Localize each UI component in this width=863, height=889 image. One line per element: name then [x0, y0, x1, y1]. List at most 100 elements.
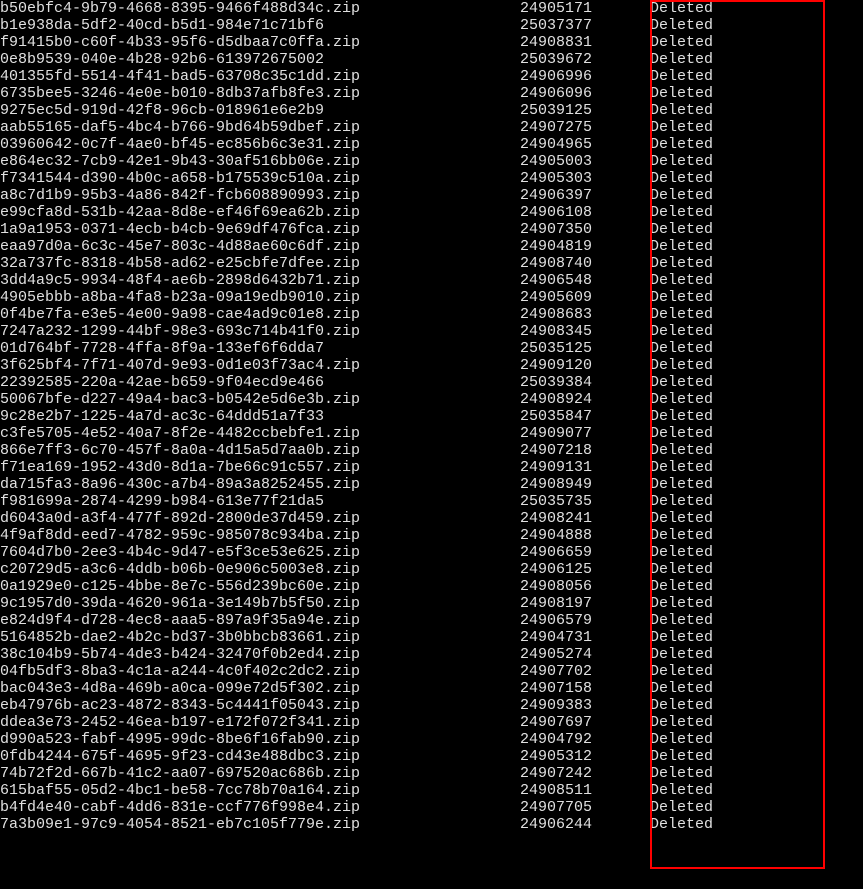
filename-cell: c3fe5705-4e52-40a7-8f2e-4482ccbebfe1.zip	[0, 425, 520, 442]
filename-cell: 03960642-0c7f-4ae0-bf45-ec856b6c3e31.zip	[0, 136, 520, 153]
terminal-row: e824d9f4-d728-4ec8-aaa5-897a9f35a94e.zip…	[0, 612, 863, 629]
status-cell: Deleted	[650, 765, 713, 782]
filename-cell: 4f9af8dd-eed7-4782-959c-985078c934ba.zip	[0, 527, 520, 544]
filename-cell: 3f625bf4-7f71-407d-9e93-0d1e03f73ac4.zip	[0, 357, 520, 374]
status-cell: Deleted	[650, 561, 713, 578]
status-cell: Deleted	[650, 323, 713, 340]
filename-cell: f7341544-d390-4b0c-a658-b175539c510a.zip	[0, 170, 520, 187]
filename-cell: da715fa3-8a96-430c-a7b4-89a3a8252455.zip	[0, 476, 520, 493]
status-cell: Deleted	[650, 629, 713, 646]
status-cell: Deleted	[650, 119, 713, 136]
status-cell: Deleted	[650, 663, 713, 680]
terminal-row: f7341544-d390-4b0c-a658-b175539c510a.zip…	[0, 170, 863, 187]
terminal-row: 9c1957d0-39da-4620-961a-3e149b7b5f50.zip…	[0, 595, 863, 612]
filename-cell: b4fd4e40-cabf-4dd6-831e-ccf776f998e4.zip	[0, 799, 520, 816]
status-cell: Deleted	[650, 272, 713, 289]
status-cell: Deleted	[650, 153, 713, 170]
terminal-row: 50067bfe-d227-49a4-bac3-b0542e5d6e3b.zip…	[0, 391, 863, 408]
size-cell: 24906579	[520, 612, 650, 629]
status-cell: Deleted	[650, 68, 713, 85]
size-cell: 25035847	[520, 408, 650, 425]
filename-cell: 4905ebbb-a8ba-4fa8-b23a-09a19edb9010.zip	[0, 289, 520, 306]
size-cell: 24908683	[520, 306, 650, 323]
filename-cell: 0fdb4244-675f-4695-9f23-cd43e488dbc3.zip	[0, 748, 520, 765]
status-cell: Deleted	[650, 408, 713, 425]
terminal-row: 0fdb4244-675f-4695-9f23-cd43e488dbc3.zip…	[0, 748, 863, 765]
size-cell: 24907705	[520, 799, 650, 816]
filename-cell: e824d9f4-d728-4ec8-aaa5-897a9f35a94e.zip	[0, 612, 520, 629]
filename-cell: 50067bfe-d227-49a4-bac3-b0542e5d6e3b.zip	[0, 391, 520, 408]
size-cell: 24907275	[520, 119, 650, 136]
size-cell: 24905171	[520, 0, 650, 17]
terminal-row: 5164852b-dae2-4b2c-bd37-3b0bbcb83661.zip…	[0, 629, 863, 646]
status-cell: Deleted	[650, 34, 713, 51]
size-cell: 24907702	[520, 663, 650, 680]
filename-cell: 0f4be7fa-e3e5-4e00-9a98-cae4ad9c01e8.zip	[0, 306, 520, 323]
filename-cell: 01d764bf-7728-4ffa-8f9a-133ef6f6dda7	[0, 340, 520, 357]
terminal-row: 9275ec5d-919d-42f8-96cb-018961e6e2b92503…	[0, 102, 863, 119]
filename-cell: eb47976b-ac23-4872-8343-5c4441f05043.zip	[0, 697, 520, 714]
filename-cell: 22392585-220a-42ae-b659-9f04ecd9e466	[0, 374, 520, 391]
filename-cell: 7604d7b0-2ee3-4b4c-9d47-e5f3ce53e625.zip	[0, 544, 520, 561]
filename-cell: 32a737fc-8318-4b58-ad62-e25cbfe7dfee.zip	[0, 255, 520, 272]
size-cell: 24904731	[520, 629, 650, 646]
terminal-row: 22392585-220a-42ae-b659-9f04ecd9e4662503…	[0, 374, 863, 391]
terminal-row: 74b72f2d-667b-41c2-aa07-697520ac686b.zip…	[0, 765, 863, 782]
size-cell: 24906108	[520, 204, 650, 221]
status-cell: Deleted	[650, 85, 713, 102]
size-cell: 24906996	[520, 68, 650, 85]
size-cell: 25035125	[520, 340, 650, 357]
filename-cell: 9275ec5d-919d-42f8-96cb-018961e6e2b9	[0, 102, 520, 119]
terminal-row: 9c28e2b7-1225-4a7d-ac3c-64ddd51a7f332503…	[0, 408, 863, 425]
status-cell: Deleted	[650, 289, 713, 306]
terminal-row: 0a1929e0-c125-4bbe-8e7c-556d239bc60e.zip…	[0, 578, 863, 595]
terminal-row: eaa97d0a-6c3c-45e7-803c-4d88ae60c6df.zip…	[0, 238, 863, 255]
terminal-row: c20729d5-a3c6-4ddb-b06b-0e906c5003e8.zip…	[0, 561, 863, 578]
status-cell: Deleted	[650, 459, 713, 476]
size-cell: 24905312	[520, 748, 650, 765]
status-cell: Deleted	[650, 187, 713, 204]
size-cell: 24904888	[520, 527, 650, 544]
terminal-row: ddea3e73-2452-46ea-b197-e172f072f341.zip…	[0, 714, 863, 731]
size-cell: 24906397	[520, 187, 650, 204]
terminal-row: 38c104b9-5b74-4de3-b424-32470f0b2ed4.zip…	[0, 646, 863, 663]
terminal-row: 3dd4a9c5-9934-48f4-ae6b-2898d6432b71.zip…	[0, 272, 863, 289]
size-cell: 24906096	[520, 85, 650, 102]
size-cell: 24909077	[520, 425, 650, 442]
status-cell: Deleted	[650, 357, 713, 374]
terminal-row: d6043a0d-a3f4-477f-892d-2800de37d459.zip…	[0, 510, 863, 527]
filename-cell: e99cfa8d-531b-42aa-8d8e-ef46f69ea62b.zip	[0, 204, 520, 221]
size-cell: 24909120	[520, 357, 650, 374]
status-cell: Deleted	[650, 510, 713, 527]
filename-cell: 74b72f2d-667b-41c2-aa07-697520ac686b.zip	[0, 765, 520, 782]
size-cell: 24908197	[520, 595, 650, 612]
terminal-row: 04fb5df3-8ba3-4c1a-a244-4c0f402c2dc2.zip…	[0, 663, 863, 680]
terminal-row: f71ea169-1952-43d0-8d1a-7be66c91c557.zip…	[0, 459, 863, 476]
filename-cell: 1a9a1953-0371-4ecb-b4cb-9e69df476fca.zip	[0, 221, 520, 238]
status-cell: Deleted	[650, 51, 713, 68]
size-cell: 24908345	[520, 323, 650, 340]
status-cell: Deleted	[650, 697, 713, 714]
status-cell: Deleted	[650, 493, 713, 510]
terminal-row: 0f4be7fa-e3e5-4e00-9a98-cae4ad9c01e8.zip…	[0, 306, 863, 323]
status-cell: Deleted	[650, 612, 713, 629]
filename-cell: 0a1929e0-c125-4bbe-8e7c-556d239bc60e.zip	[0, 578, 520, 595]
terminal-row: eb47976b-ac23-4872-8343-5c4441f05043.zip…	[0, 697, 863, 714]
size-cell: 24908056	[520, 578, 650, 595]
size-cell: 24908924	[520, 391, 650, 408]
filename-cell: f71ea169-1952-43d0-8d1a-7be66c91c557.zip	[0, 459, 520, 476]
status-cell: Deleted	[650, 714, 713, 731]
size-cell: 24904819	[520, 238, 650, 255]
filename-cell: d6043a0d-a3f4-477f-892d-2800de37d459.zip	[0, 510, 520, 527]
status-cell: Deleted	[650, 204, 713, 221]
status-cell: Deleted	[650, 782, 713, 799]
status-cell: Deleted	[650, 646, 713, 663]
terminal-row: f981699a-2874-4299-b984-613e77f21da52503…	[0, 493, 863, 510]
terminal-row: 7604d7b0-2ee3-4b4c-9d47-e5f3ce53e625.zip…	[0, 544, 863, 561]
filename-cell: 9c28e2b7-1225-4a7d-ac3c-64ddd51a7f33	[0, 408, 520, 425]
size-cell: 24908511	[520, 782, 650, 799]
terminal-row: 401355fd-5514-4f41-bad5-63708c35c1dd.zip…	[0, 68, 863, 85]
terminal-row: b1e938da-5df2-40cd-b5d1-984e71c71bf62503…	[0, 17, 863, 34]
status-cell: Deleted	[650, 476, 713, 493]
size-cell: 24907697	[520, 714, 650, 731]
